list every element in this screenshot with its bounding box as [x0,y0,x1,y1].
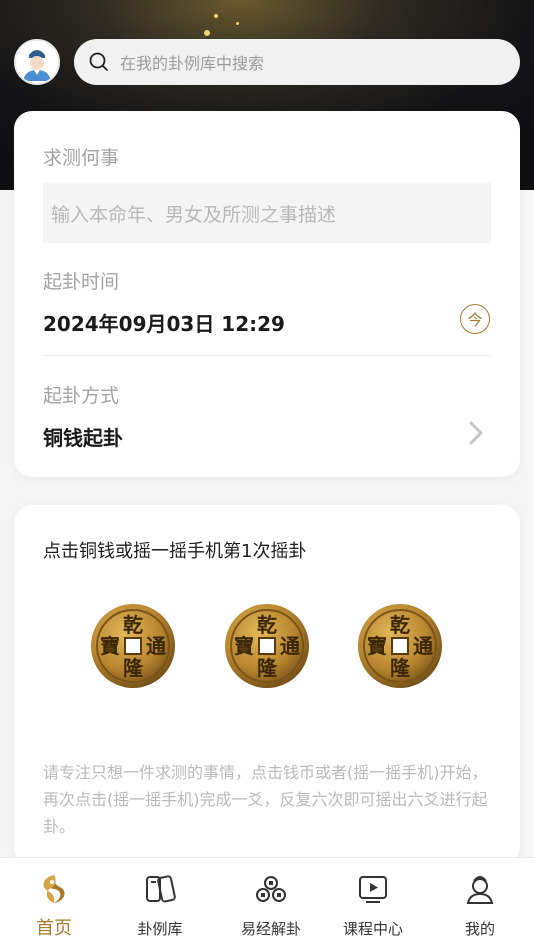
coin-char: 隆 [257,656,278,680]
question-label: 求测何事 [43,147,120,169]
question-placeholder: 输入本命年、男女及所测之事描述 [51,203,337,226]
tab-label: 首页 [36,918,72,939]
search-input[interactable]: 在我的卦例库中搜索 [120,50,264,74]
sparkle [214,14,218,18]
search-icon [89,52,108,71]
coin-char: 通 [146,634,166,658]
coin-3[interactable]: 乾 隆 通 寶 [357,603,443,689]
coin-char: 乾 [123,613,143,637]
coin-char: 通 [280,634,300,658]
coin-char: 隆 [390,656,411,680]
coin-char: 乾 [257,613,277,637]
question-input[interactable]: 输入本命年、男女及所测之事描述 [43,183,491,243]
shake-hint: 请专注只想一件求测的事情，点击钱币或者(摇一摇手机)开始，再次点击(摇一摇手机)… [43,763,488,836]
search-bar[interactable]: 在我的卦例库中搜索 [74,39,520,85]
now-button[interactable]: 今 [460,304,490,334]
copper-coin-icon: 乾 隆 通 寶 [225,604,309,688]
time-label: 起卦时间 [43,271,120,293]
shake-prompt: 点击铜钱或摇一摇手机第1次摇卦 [43,541,307,562]
home-taiji-icon [43,875,65,903]
tab-courses[interactable]: 课程中心 [323,858,423,950]
tab-home[interactable]: 首页 [4,858,104,950]
divination-form-card: 求测何事 输入本命年、男女及所测之事描述 起卦时间 2024年09月03日 12… [14,111,520,477]
copper-coin-icon: 乾 隆 通 寶 [358,604,442,688]
tab-label: 课程中心 [342,920,403,938]
chevron-right-icon[interactable] [466,419,486,447]
sparkle [236,22,239,25]
divider [43,355,491,356]
time-value[interactable]: 2024年09月03日 12:29 [43,308,285,337]
sparkle [204,30,210,36]
coins-icon [256,876,286,902]
coin-char: 寶 [234,634,254,658]
coin-1[interactable]: 乾 隆 通 寶 [90,603,176,689]
tab-label: 我的 [464,920,495,938]
coin-char: 寶 [100,634,120,658]
shake-card: 点击铜钱或摇一摇手机第1次摇卦 乾 隆 通 寶 乾 隆 通 寶 乾 隆 通 寶 … [14,505,520,865]
coin-char: 通 [413,634,433,658]
tab-label: 卦例库 [137,920,183,938]
copper-coin-icon: 乾 隆 通 寶 [91,604,175,688]
coin-char: 乾 [390,613,410,637]
profile-icon [466,876,494,904]
tab-iching[interactable]: 易经解卦 [221,858,321,950]
bottom-tab-bar: 首页 卦例库 易经解卦 课程中心 我的 [0,857,534,950]
tab-case-library[interactable]: 卦例库 [110,858,210,950]
coin-2[interactable]: 乾 隆 通 寶 [224,603,310,689]
tab-label: 易经解卦 [240,920,301,938]
avatar[interactable] [14,39,60,85]
tab-mine[interactable]: 我的 [430,858,530,950]
method-label: 起卦方式 [43,385,120,407]
coin-char: 寶 [367,634,387,658]
video-play-icon [359,876,387,903]
scholar-avatar-icon [23,50,51,81]
method-value[interactable]: 铜钱起卦 [43,422,123,451]
case-library-icon [146,875,176,903]
coin-char: 隆 [123,656,144,680]
